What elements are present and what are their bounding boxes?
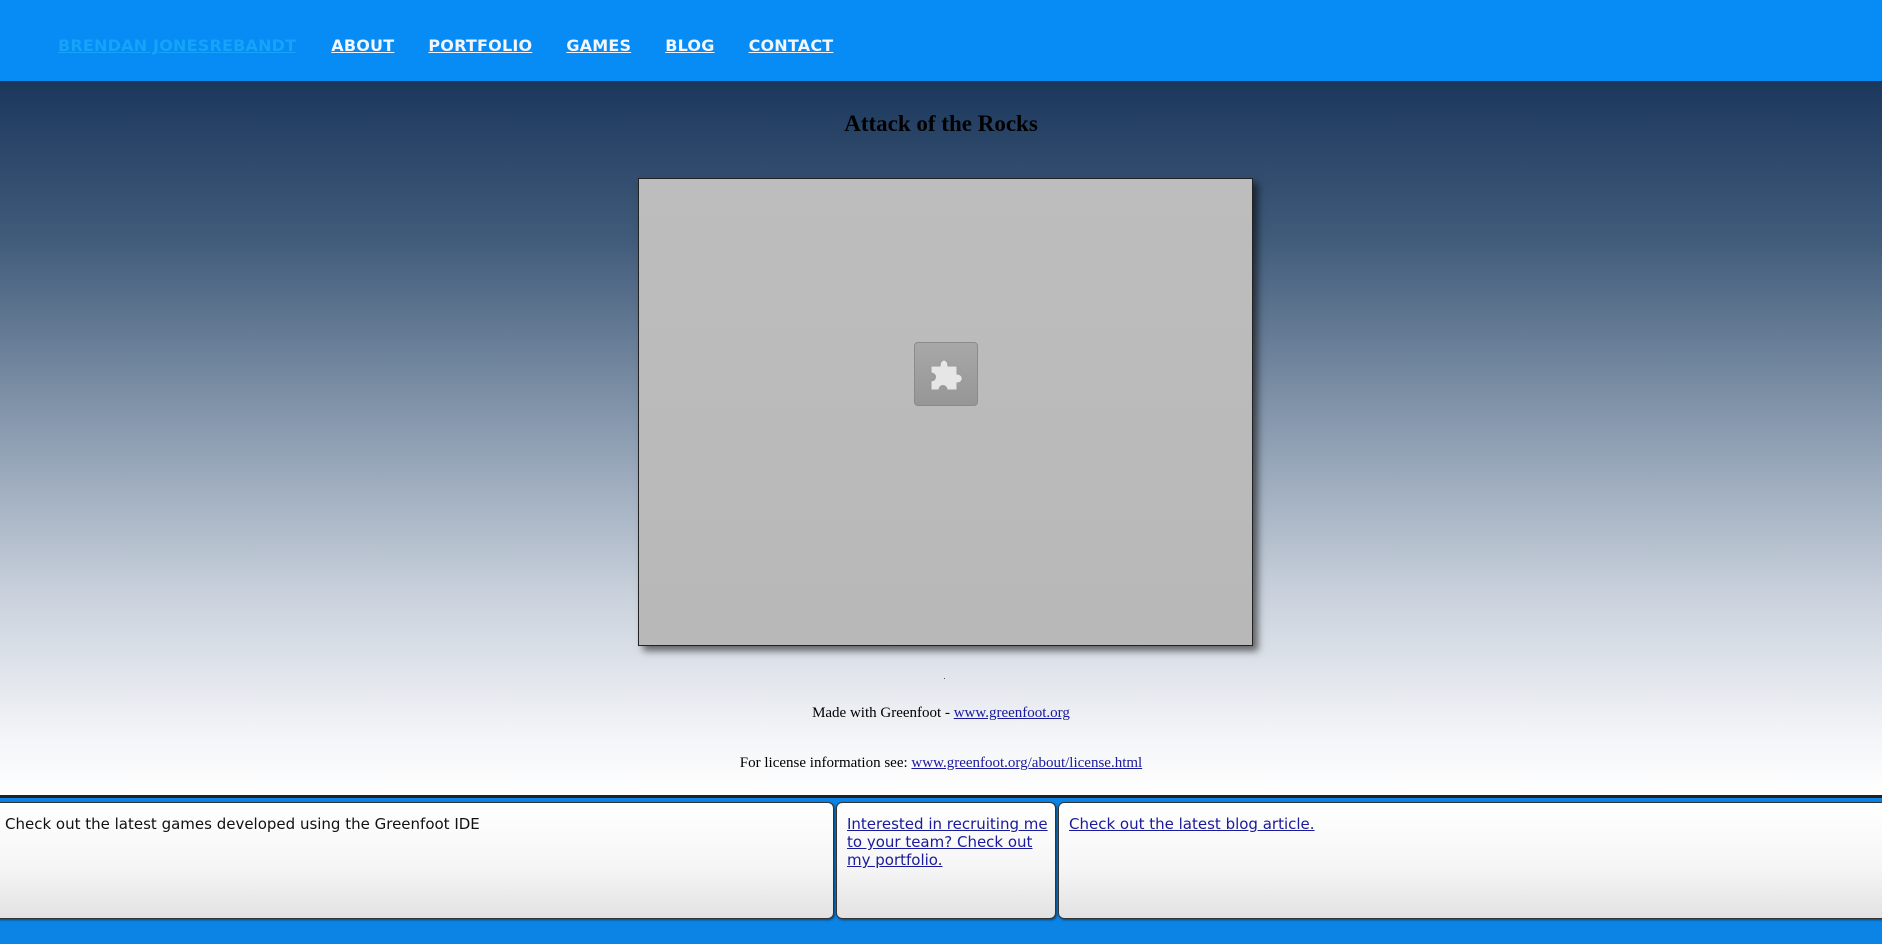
- footer-panels: Check out the latest games developed usi…: [0, 795, 1882, 944]
- nav-games-link[interactable]: GAMES: [566, 36, 631, 55]
- spacer-dot: [944, 678, 945, 679]
- site-header: BRENDAN JONESREBANDT ABOUT PORTFOLIO GAM…: [0, 0, 1882, 81]
- main-nav: BRENDAN JONESREBANDT ABOUT PORTFOLIO GAM…: [58, 36, 867, 55]
- made-with-text: Made with Greenfoot -: [812, 705, 954, 721]
- recruit-panel: Interested in recruiting me to your team…: [836, 802, 1056, 919]
- portfolio-recruit-link[interactable]: Interested in recruiting me to your team…: [847, 815, 1048, 869]
- nav-contact-link[interactable]: CONTACT: [749, 36, 834, 55]
- blog-panel: Check out the latest blog article.: [1058, 802, 1882, 919]
- license-text: For license information see:: [739, 755, 912, 771]
- main-content: Attack of the Rocks Made with Greenfoot …: [0, 81, 1882, 795]
- greenfoot-link[interactable]: www.greenfoot.org: [954, 705, 1070, 721]
- license-credit: For license information see: www.greenfo…: [0, 755, 1882, 772]
- game-applet-placeholder[interactable]: [638, 178, 1253, 646]
- made-with-credit: Made with Greenfoot - www.greenfoot.org: [0, 705, 1882, 722]
- nav-blog-link[interactable]: BLOG: [665, 36, 714, 55]
- brand-link[interactable]: BRENDAN JONESREBANDT: [58, 36, 296, 55]
- latest-blog-link[interactable]: Check out the latest blog article.: [1069, 815, 1315, 833]
- license-link[interactable]: www.greenfoot.org/about/license.html: [911, 755, 1142, 771]
- nav-portfolio-link[interactable]: PORTFOLIO: [428, 36, 532, 55]
- games-info-text: Check out the latest games developed usi…: [5, 815, 480, 833]
- games-info-panel: Check out the latest games developed usi…: [0, 802, 834, 919]
- nav-about-link[interactable]: ABOUT: [331, 36, 394, 55]
- page-title: Attack of the Rocks: [844, 111, 1038, 136]
- puzzle-piece-icon: [914, 342, 978, 406]
